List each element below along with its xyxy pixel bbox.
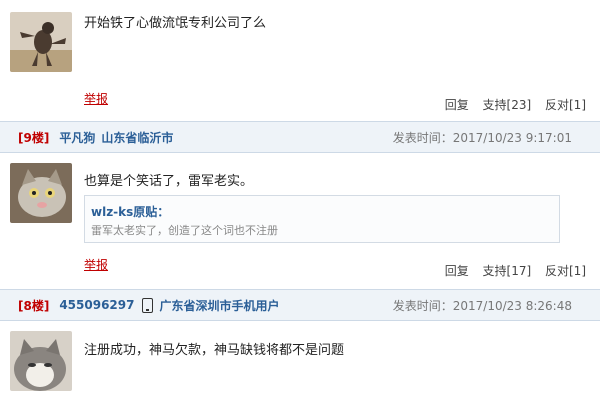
post-time: 发表时间：2017/10/23 9:17:01 bbox=[392, 130, 572, 145]
avatar[interactable] bbox=[10, 12, 72, 72]
report-link[interactable]: 举报 bbox=[84, 256, 108, 273]
floor-number: [8楼] bbox=[18, 298, 50, 313]
post-content: 也算是个笑话了，雷军老实。 bbox=[84, 174, 254, 189]
avatar[interactable] bbox=[10, 331, 72, 391]
avatar[interactable] bbox=[10, 163, 72, 223]
post-actions: 回复 支持[23] 反对[1] bbox=[435, 96, 586, 113]
username-link[interactable]: 455096297 bbox=[59, 298, 134, 312]
reply-button[interactable]: 回复 bbox=[445, 98, 469, 112]
post-time: 发表时间：2017/10/23 8:26:48 bbox=[392, 298, 572, 313]
quote-box: wlz-ks原贴： 雷军太老实了，创造了这个词也不注册 bbox=[84, 195, 560, 243]
user-location: 山东省临沂市 bbox=[101, 130, 174, 145]
report-link[interactable]: 举报 bbox=[84, 90, 108, 107]
post-header: [9楼] 平凡狗 山东省临沂市 发表时间：2017/10/23 9:17:01 bbox=[0, 121, 600, 153]
post-9: [9楼] 平凡狗 山东省临沂市 发表时间：2017/10/23 9:17:01 … bbox=[0, 121, 600, 289]
post-header: [8楼] 455096297 广东省深圳市手机用户 发表时间：2017/10/2… bbox=[0, 289, 600, 321]
support-button[interactable]: 支持[17] bbox=[483, 264, 532, 278]
post-8: [8楼] 455096297 广东省深圳市手机用户 发表时间：2017/10/2… bbox=[0, 289, 600, 402]
oppose-button[interactable]: 反对[1] bbox=[545, 98, 586, 112]
mobile-phone-icon bbox=[142, 297, 154, 313]
quote-author: wlz-ks原贴： bbox=[91, 205, 170, 219]
oppose-button[interactable]: 反对[1] bbox=[545, 264, 586, 278]
user-location: 广东省深圳市手机用户 bbox=[159, 298, 280, 313]
post-content: 注册成功，神马欠款，神马缺钱将都不是问题 bbox=[84, 343, 345, 358]
quote-text: 雷军太老实了，创造了这个词也不注册 bbox=[91, 224, 278, 237]
floor-number: [9楼] bbox=[18, 130, 50, 145]
reply-button[interactable]: 回复 bbox=[445, 264, 469, 278]
support-button[interactable]: 支持[23] bbox=[483, 98, 532, 112]
post-content: 开始铁了心做流氓专利公司了么 bbox=[84, 16, 267, 31]
post-actions: 回复 支持[17] 反对[1] bbox=[435, 262, 586, 279]
post-1: 开始铁了心做流氓专利公司了么 举报 回复 支持[23] 反对[1] bbox=[0, 0, 600, 121]
username-link[interactable]: 平凡狗 bbox=[59, 129, 95, 146]
